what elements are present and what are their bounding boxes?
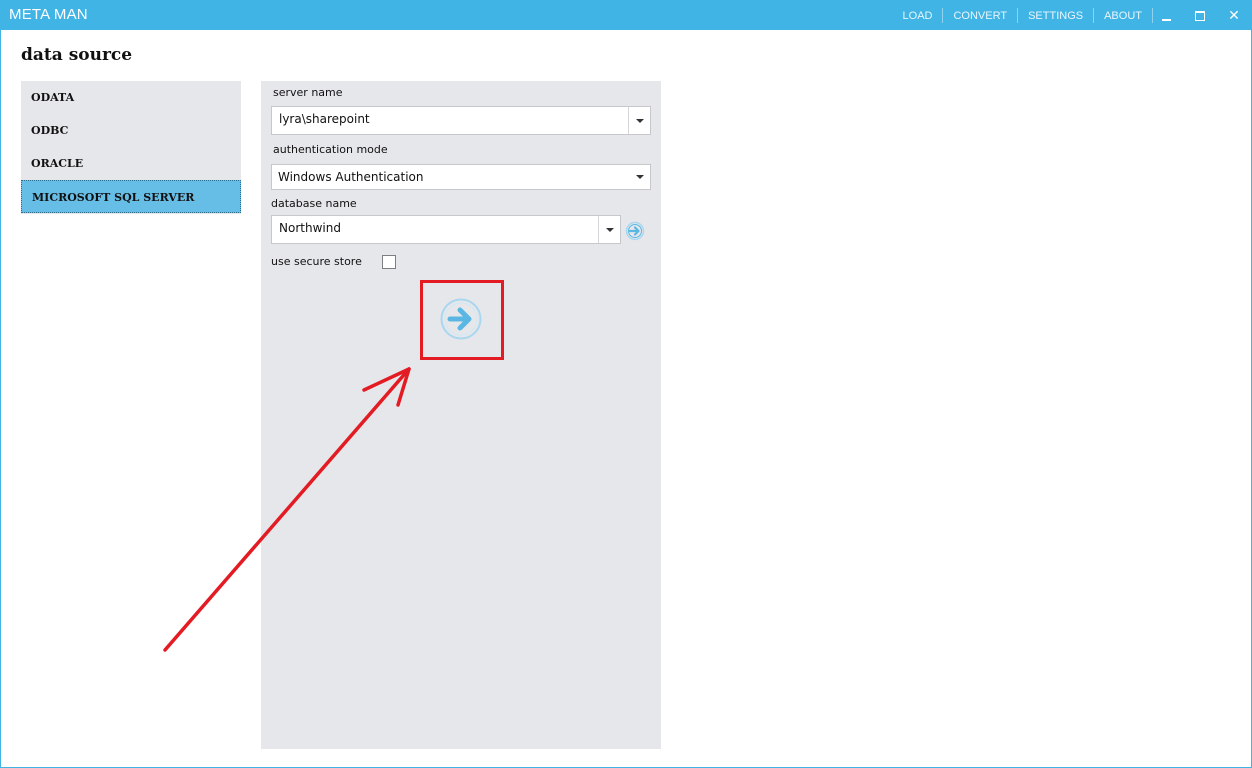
annotation-arrow-icon [163,367,411,652]
app-window: META MAN LOAD CONVERT SETTINGS ABOUT ✕ d… [0,0,1252,768]
